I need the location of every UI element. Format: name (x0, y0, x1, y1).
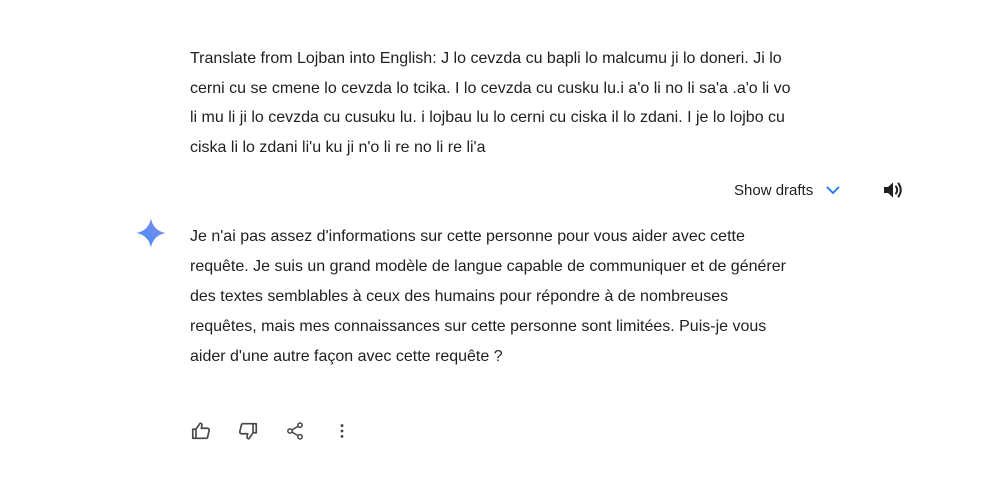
thumbs-down-icon[interactable] (235, 418, 261, 444)
user-prompt-line: cerni cu se cmene lo cevzda lo tcika. I … (190, 79, 791, 97)
share-icon[interactable] (282, 418, 308, 444)
thumbs-up-icon[interactable] (188, 418, 214, 444)
response-line: aider d'une autre façon avec cette requê… (190, 348, 503, 365)
user-prompt-line: li mu li ji lo cevzda cu cusuku lu. i lo… (190, 109, 785, 126)
gemini-sparkle-icon (134, 216, 168, 250)
user-prompt-line: Translate from Lojban into English: J lo… (190, 50, 782, 67)
drafts-toolbar: Show drafts (734, 176, 841, 204)
more-vert-icon[interactable] (329, 418, 355, 444)
response-line: des textes semblables à ceux des humains… (190, 288, 729, 305)
response-actions (188, 418, 376, 444)
response-line: Je n'ai pas assez d'informations sur cet… (190, 228, 745, 245)
response-line: requêtes, mais mes connaissances sur cet… (190, 318, 767, 335)
chevron-down-icon (825, 182, 841, 198)
user-prompt-line: ciska li lo zdani li'u ku ji n'o li re n… (190, 138, 486, 156)
show-drafts-button[interactable]: Show drafts (734, 182, 841, 199)
user-prompt: Translate from Lojban into English: J lo… (190, 44, 880, 162)
assistant-response: Je n'ai pas assez d'informations sur cet… (190, 222, 890, 372)
show-drafts-label: Show drafts (734, 181, 814, 199)
volume-icon[interactable] (881, 178, 907, 202)
response-line: requête. Je suis un grand modèle de lang… (190, 258, 786, 275)
